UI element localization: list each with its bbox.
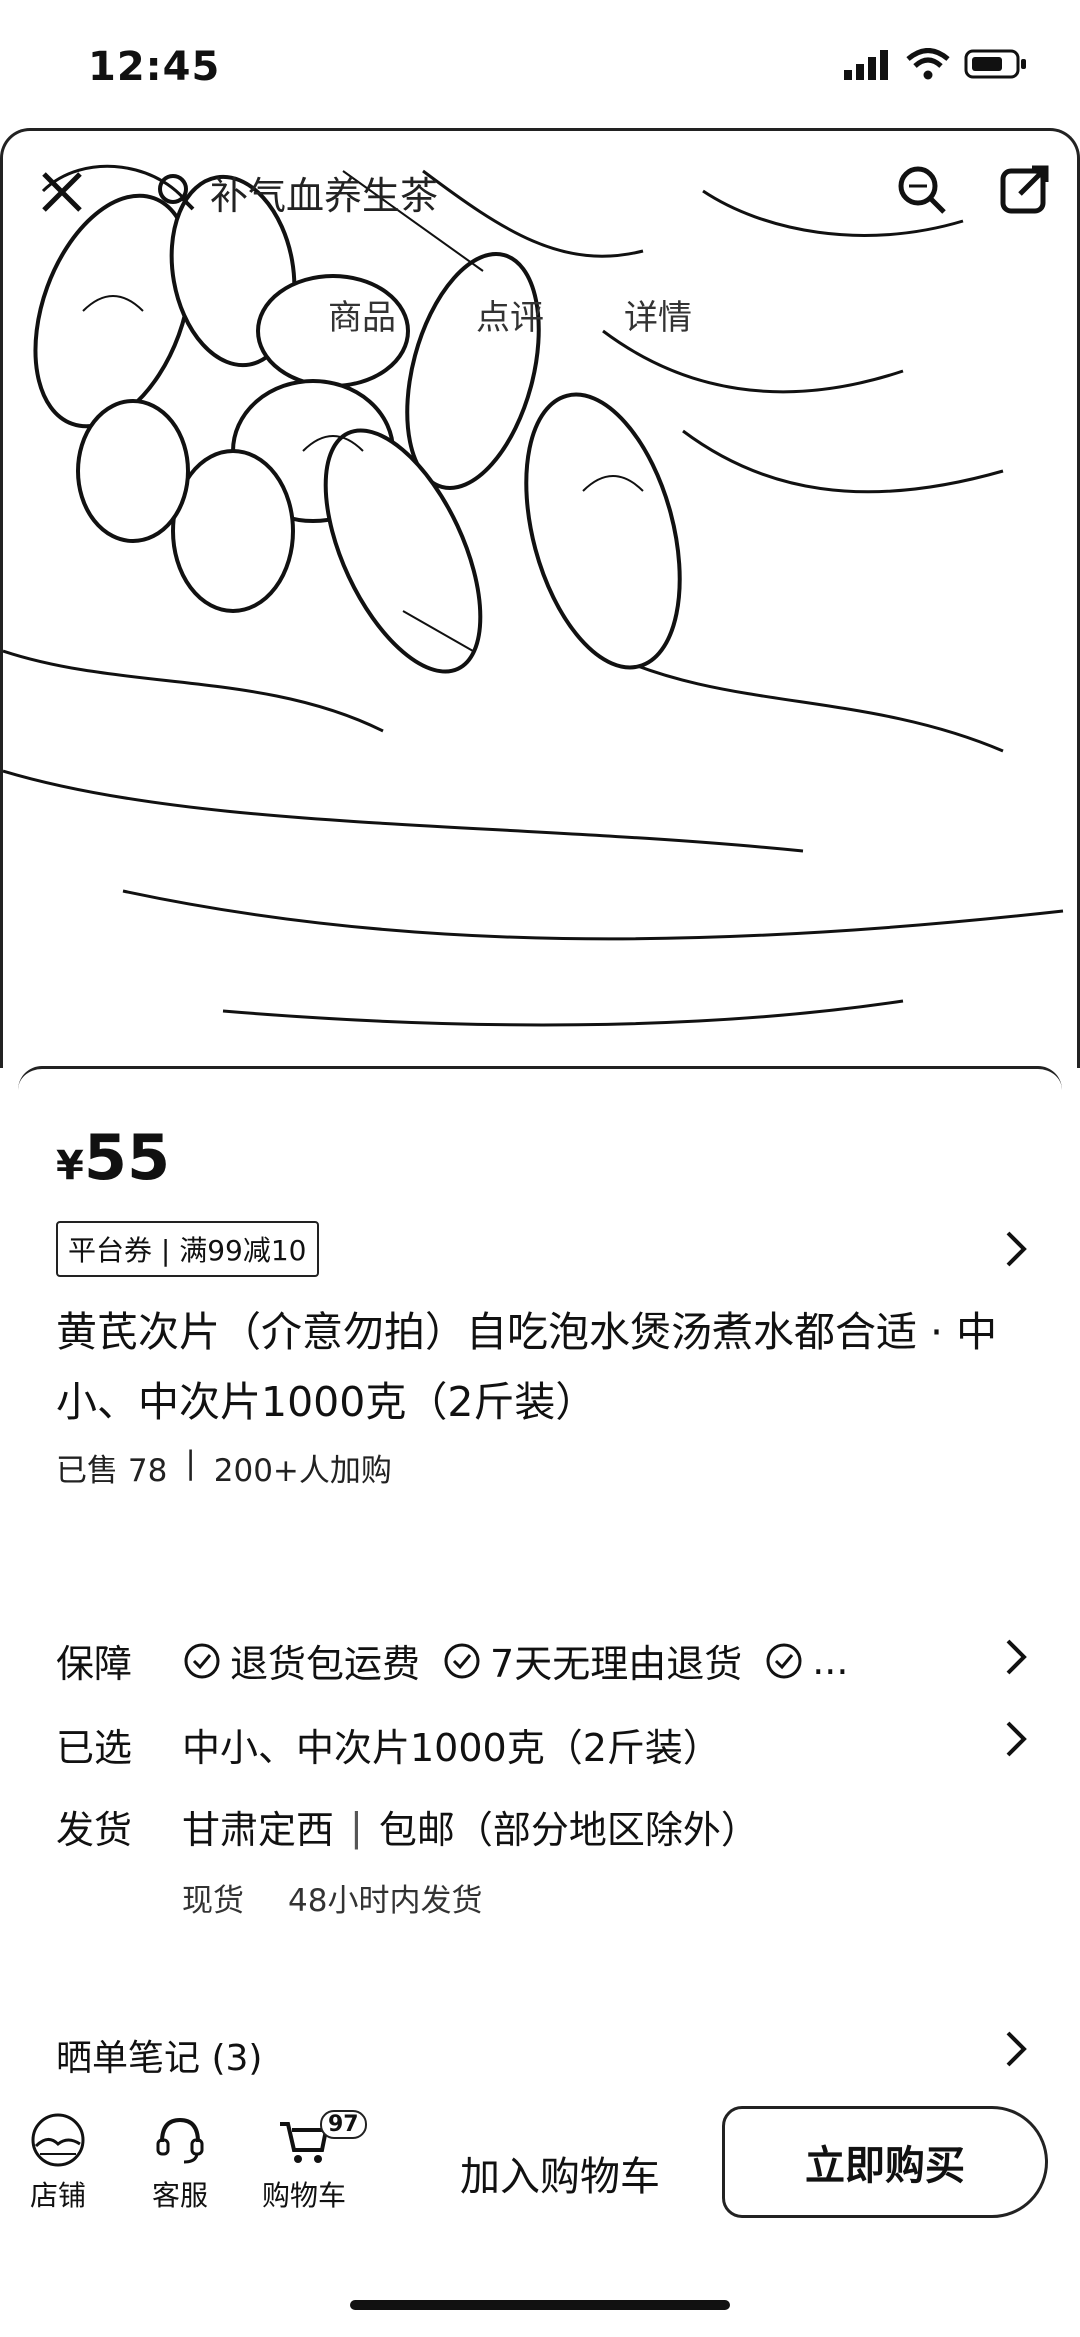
buy-now-button[interactable]: 立即购买 [722,2106,1048,2218]
chevron-right-icon[interactable] [1002,1637,1030,1677]
guarantee-item: ... [764,1639,848,1683]
battery-icon [964,49,1026,79]
separator: | [185,1445,196,1481]
chevron-right-icon[interactable] [1002,1229,1030,1269]
delivery-eta: 48小时内发货 [288,1883,483,1919]
shop-label: 店铺 [30,2179,87,2212]
guarantee-row[interactable]: 保障 退货包运费 7天无理由退货 ... [56,1633,870,1688]
chevron-right-icon[interactable] [1002,2029,1030,2069]
share-icon[interactable] [998,162,1052,216]
check-circle-icon [444,1643,480,1678]
top-actions [894,162,1052,216]
tab-details[interactable]: 详情 [624,290,692,339]
image-search-icon[interactable] [894,162,948,216]
tab-product[interactable]: 商品 [328,290,396,339]
selected-label: 已选 [56,1726,133,1770]
stock-status: 现货 [182,1883,244,1919]
selected-variant-row[interactable]: 已选 中小、中次片1000克（2斤装） [56,1717,721,1772]
currency-symbol: ¥ [56,1143,84,1189]
status-bar: 12:45 [0,0,1080,130]
check-circle-icon [184,1643,220,1678]
customer-service-button[interactable]: 客服 [152,2112,208,2214]
headset-icon [156,2117,204,2164]
selected-value: 中小、中次片1000克（2斤装） [182,1726,721,1770]
sold-count: 已售 78 [56,1453,168,1489]
product-info-card: ¥ 55 平台券 | 满99减10 黄芪次片（介意勿拍）自吃泡水煲汤煮水都合适 … [18,1066,1062,2112]
guarantee-item: 7天无理由退货 [442,1633,742,1688]
search-icon [158,174,195,211]
guarantee-item: 退货包运费 [182,1633,420,1688]
shipping-origin: 甘肃定西 [182,1808,335,1852]
shipping-detail: 现货 48小时内发货 [182,1875,482,1920]
search-query: 补气血养生茶 [210,173,439,218]
hero-tabs: 商品 点评 详情 [328,290,692,339]
signal-icon [844,50,888,80]
bottom-action-bar: 店铺 客服 购物车 97 加入购物车 立即购买 [0,2100,1080,2220]
price: ¥ 55 [56,1121,170,1194]
review-notes-title[interactable]: 晒单笔记 (3) [56,2029,262,2081]
added-count: 200+人加购 [213,1453,392,1489]
product-image[interactable] [0,128,1080,1068]
cart-count-badge: 97 [320,2110,367,2139]
status-icons [844,48,1028,80]
coupon-badge[interactable]: 平台券 | 满99减10 [56,1221,319,1277]
status-time: 12:45 [88,44,221,90]
wifi-icon [906,48,950,80]
shipping-policy: 包邮（部分地区除外） [378,1808,759,1852]
tab-reviews[interactable]: 点评 [476,290,544,339]
home-indicator[interactable] [350,2300,730,2310]
shipping-label: 发货 [56,1808,133,1852]
shop-button[interactable]: 店铺 [30,2112,86,2214]
add-to-cart-button[interactable]: 加入购物车 [460,2144,660,2202]
shop-avatar-icon [31,2113,85,2167]
sales-info: 已售 78 | 200+人加购 [56,1445,392,1490]
product-title: 黄芪次片（介意勿拍）自吃泡水煲汤煮水都合适 · 中小、中次片1000克（2斤装） [56,1308,998,1426]
check-circle-icon [766,1643,802,1678]
search-bar[interactable]: 补气血养生茶 [156,160,438,224]
chevron-right-icon[interactable] [1002,1719,1030,1759]
service-label: 客服 [152,2179,209,2212]
close-icon[interactable] [36,166,88,218]
separator: | [350,1804,363,1849]
top-bar: 补气血养生茶 [0,150,1080,230]
cart-label: 购物车 [262,2179,347,2212]
price-value: 55 [83,1121,171,1194]
guarantee-label: 保障 [56,1642,133,1686]
shipping-row: 发货 甘肃定西 | 包邮（部分地区除外） [56,1799,759,1854]
